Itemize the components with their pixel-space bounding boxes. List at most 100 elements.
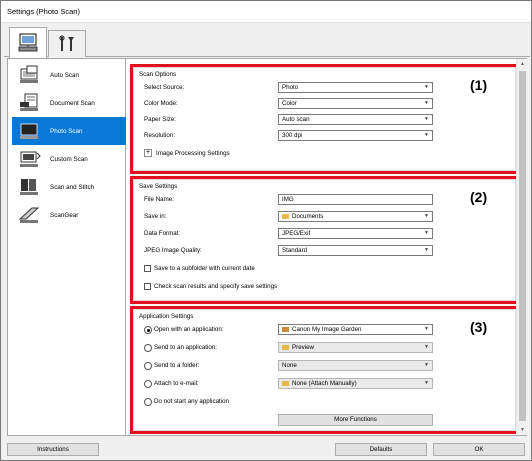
file-name-row: File Name: IMG	[134, 194, 515, 207]
chevron-down-icon: ▼	[424, 230, 429, 236]
more-functions-button[interactable]: More Functions	[278, 414, 433, 426]
paper-size-row: Paper Size: Auto scan ▼	[134, 114, 515, 127]
chevron-down-icon: ▼	[424, 326, 429, 332]
field-label: Data Format:	[144, 230, 181, 237]
application-settings-section: Application Settings Open with an applic…	[133, 309, 516, 431]
scangear-icon	[18, 207, 40, 223]
do-not-start-radio[interactable]	[144, 398, 152, 406]
chevron-down-icon: ▼	[424, 132, 429, 138]
file-name-input[interactable]: IMG	[278, 194, 433, 205]
chevron-down-icon: ▼	[424, 100, 429, 106]
chevron-down-icon: ▼	[424, 380, 429, 386]
sidebar-item-label: Auto Scan	[50, 71, 80, 79]
jpeg-quality-row: JPEG Image Quality: Standard ▼	[134, 245, 515, 258]
sidebar-item-label: Scan and Stitch	[50, 183, 95, 191]
chevron-down-icon: ▼	[424, 116, 429, 122]
image-processing-label: Image Processing Settings	[156, 150, 230, 157]
save-in-row: Save in: Documents ▼	[134, 211, 515, 224]
resolution-dropdown[interactable]: 300 dpi ▼	[278, 130, 433, 141]
check-results-row[interactable]: Check scan results and specify save sett…	[134, 281, 515, 294]
subfolder-row[interactable]: Save to a subfolder with current date	[134, 263, 515, 276]
scan-options-section: Scan Options Select Source: Photo ▼ Color…	[133, 67, 516, 171]
scroll-up-icon[interactable]: ▲	[519, 61, 526, 67]
sidebar-item-custom-scan[interactable]: Custom Scan	[12, 145, 126, 173]
radio-label: Open with an application:	[154, 326, 224, 333]
vertical-scrollbar[interactable]: ▲ ▼	[516, 59, 527, 435]
scroll-down-icon[interactable]: ▼	[519, 427, 526, 433]
select-source-row: Select Source: Photo ▼	[134, 82, 515, 95]
sidebar-item-photo-scan[interactable]: Photo Scan	[12, 117, 126, 145]
color-mode-dropdown[interactable]: Color ▼	[278, 98, 433, 109]
checkbox-label: Check scan results and specify save sett…	[154, 283, 278, 290]
data-format-dropdown[interactable]: JPEG/Exif ▼	[278, 228, 433, 239]
section-title: Save Settings	[139, 183, 178, 190]
subfolder-checkbox[interactable]	[144, 265, 151, 272]
jpeg-quality-dropdown[interactable]: Standard ▼	[278, 245, 433, 256]
settings-panel: Auto Scan Document Scan Photo Scan Custo…	[7, 58, 527, 436]
document-scan-icon	[20, 93, 38, 111]
send-to-folder-row: Send to a folder: None ▼	[134, 360, 515, 373]
tab-bar	[4, 27, 530, 58]
app-icon	[282, 326, 289, 332]
sidebar-item-document-scan[interactable]: Document Scan	[12, 89, 126, 117]
custom-scan-icon	[20, 151, 41, 167]
chevron-down-icon: ▼	[424, 362, 429, 368]
open-with-dropdown[interactable]: Canon My Image Garden ▼	[278, 324, 433, 335]
app-icon	[282, 344, 289, 350]
open-with-row: Open with an application: Canon My Image…	[134, 324, 515, 337]
sidebar-item-scangear[interactable]: ScanGear	[12, 201, 126, 229]
scroll-thumb[interactable]	[519, 71, 526, 421]
select-source-dropdown[interactable]: Photo ▼	[278, 82, 433, 93]
radio-label: Do not start any application	[154, 398, 229, 405]
do-not-start-row: Do not start any application	[134, 396, 515, 409]
sidebar-item-label: Photo Scan	[50, 127, 83, 135]
field-label: File Name:	[144, 196, 174, 203]
section-title: Scan Options	[139, 71, 177, 78]
sidebar-item-label: ScanGear	[50, 211, 79, 219]
auto-scan-icon	[20, 65, 38, 83]
check-results-checkbox[interactable]	[144, 283, 151, 290]
scan-and-stitch-icon	[20, 179, 38, 195]
save-in-dropdown[interactable]: Documents ▼	[278, 211, 433, 222]
expand-icon[interactable]: +	[144, 149, 152, 157]
open-with-radio[interactable]	[144, 326, 152, 334]
image-processing-row[interactable]: + Image Processing Settings	[134, 148, 515, 161]
section-title: Application Settings	[139, 313, 194, 320]
window-title: Settings (Photo Scan)	[1, 1, 531, 23]
field-label: Paper Size:	[144, 116, 176, 123]
defaults-button[interactable]: Defaults	[335, 443, 427, 456]
radio-label: Send to an application:	[154, 344, 217, 351]
resolution-row: Resolution: 300 dpi ▼	[134, 130, 515, 143]
radio-label: Attach to e-mail:	[154, 380, 199, 387]
send-to-app-row: Send to an application: Preview ▼	[134, 342, 515, 355]
send-to-app-radio[interactable]	[144, 344, 152, 352]
paper-size-dropdown[interactable]: Auto scan ▼	[278, 114, 433, 125]
radio-label: Send to a folder:	[154, 362, 200, 369]
field-label: Resolution:	[144, 132, 175, 139]
ok-button[interactable]: OK	[433, 443, 525, 456]
sidebar-item-label: Document Scan	[50, 99, 95, 107]
send-to-folder-dropdown[interactable]: None ▼	[278, 360, 433, 371]
field-label: JPEG Image Quality:	[144, 247, 202, 254]
checkbox-label: Save to a subfolder with current date	[154, 265, 255, 272]
tools-icon	[59, 35, 74, 51]
callout-3: (3)	[470, 319, 488, 335]
attach-email-radio[interactable]	[144, 380, 152, 388]
instructions-button[interactable]: Instructions	[7, 443, 99, 456]
attach-email-dropdown[interactable]: None (Attach Manually) ▼	[278, 378, 433, 389]
save-settings-section: Save Settings File Name: IMG Save in: Do…	[133, 179, 516, 301]
send-to-app-dropdown[interactable]: Preview ▼	[278, 342, 433, 353]
field-label: Save in:	[144, 213, 167, 220]
chevron-down-icon: ▼	[424, 213, 429, 219]
color-mode-row: Color Mode: Color ▼	[134, 98, 515, 111]
tab-general-settings[interactable]	[48, 30, 86, 57]
settings-window: Settings (Photo Scan) Auto Scan Document…	[0, 0, 532, 461]
callout-1: (1)	[470, 77, 488, 93]
computer-scanner-icon	[18, 33, 38, 52]
send-to-folder-radio[interactable]	[144, 362, 152, 370]
field-label: Select Source:	[144, 84, 185, 91]
data-format-row: Data Format: JPEG/Exif ▼	[134, 228, 515, 241]
sidebar-item-scan-and-stitch[interactable]: Scan and Stitch	[12, 173, 126, 201]
sidebar-item-auto-scan[interactable]: Auto Scan	[12, 61, 126, 89]
tab-scan-settings[interactable]	[9, 27, 47, 58]
